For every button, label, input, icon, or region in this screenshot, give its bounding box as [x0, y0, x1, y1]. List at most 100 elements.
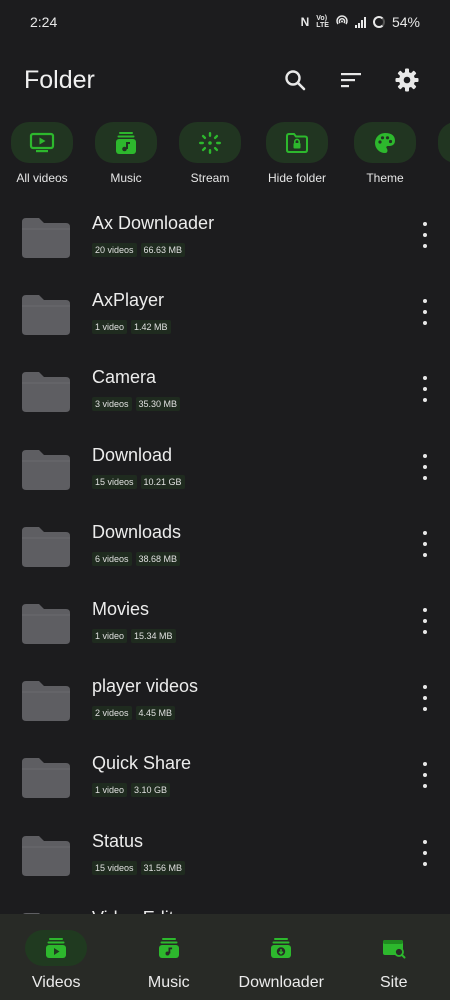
- nav-label: Site: [379, 974, 408, 991]
- shortcut-music[interactable]: Music: [81, 122, 171, 188]
- browser-search-icon: [382, 940, 406, 959]
- folder-name: Ax Downloader: [92, 213, 215, 233]
- nav-pill: [25, 930, 88, 966]
- video-count-badge: 15 videos: [92, 474, 137, 489]
- status-bar: 2:24 N Vo) LTE 54%: [0, 0, 450, 44]
- folder-icon: [22, 604, 70, 644]
- more-options-icon[interactable]: [418, 839, 432, 866]
- video-count-badge: 2 videos: [92, 706, 132, 721]
- folder-name: Movies: [92, 599, 150, 619]
- folder-row[interactable]: AxPlayer 1 video 1.42 MB: [0, 273, 450, 350]
- more-options-icon[interactable]: [418, 222, 432, 248]
- folder-meta: 20 videos 66.63 MB: [92, 243, 186, 257]
- shortcut-pill: [179, 122, 241, 163]
- shortcut-pill: [438, 122, 450, 163]
- signal-icon: [354, 16, 366, 28]
- folder-icon: [22, 681, 70, 722]
- stream-icon: [199, 131, 221, 154]
- page-title: Folder: [24, 65, 95, 94]
- folder-row[interactable]: Downloads 6 videos 38.68 MB: [0, 505, 450, 582]
- video-count-badge: 15 videos: [92, 860, 137, 875]
- status-time: 2:24: [30, 14, 58, 30]
- folder-row[interactable]: Quick Share 1 video 3.10 GB: [0, 736, 450, 813]
- more-options-icon[interactable]: [418, 530, 432, 557]
- shortcut-bar: All videos Music Stream Hide folder Them…: [0, 122, 450, 188]
- volte-bottom-text: LTE: [316, 22, 329, 29]
- settings-button[interactable]: [394, 67, 420, 93]
- gear-icon: [395, 68, 419, 92]
- nav-pill: [250, 930, 312, 966]
- folder-size-badge: 10.21 GB: [140, 474, 185, 489]
- nav-pill: [363, 930, 425, 966]
- folder-name: Status: [92, 830, 144, 851]
- folder-name: AxPlayer: [92, 290, 165, 311]
- lock-folder-icon: [286, 132, 308, 153]
- folder-icon: [22, 372, 70, 413]
- more-options-icon[interactable]: [418, 608, 432, 634]
- shortcut-label: Stream: [190, 171, 230, 185]
- folder-row[interactable]: Download 15 videos 10.21 GB: [0, 428, 450, 505]
- palette-icon: [375, 132, 395, 153]
- volte-top-text: Vo): [316, 15, 328, 22]
- video-count-badge: 1 video: [92, 629, 128, 643]
- folder-meta: 1 video 1.42 MB: [92, 320, 171, 335]
- folder-icon: [22, 449, 70, 490]
- battery-icon: [372, 16, 385, 28]
- folder-size-badge: 38.68 MB: [135, 551, 181, 566]
- nav-downloader[interactable]: Downloader: [225, 914, 338, 1000]
- folder-icon: [22, 758, 70, 799]
- folder-icon: [22, 295, 70, 336]
- folder-size-badge: 4.45 MB: [135, 706, 176, 721]
- folder-size-badge: 35.30 MB: [135, 397, 181, 412]
- search-button[interactable]: [282, 67, 308, 93]
- shortcut-pill: [95, 122, 157, 163]
- folder-row[interactable]: Ax Downloader 20 videos 66.63 MB: [0, 196, 450, 273]
- nav-music[interactable]: Music: [113, 914, 226, 1000]
- folder-meta: 2 videos 4.45 MB: [92, 706, 176, 721]
- folder-row[interactable]: player videos 2 videos 4.45 MB: [0, 659, 450, 736]
- tv-play-icon: [29, 132, 55, 152]
- folder-row[interactable]: Video Edit: [0, 891, 450, 914]
- more-options-icon[interactable]: [418, 299, 432, 326]
- more-options-icon[interactable]: [418, 453, 432, 480]
- bottom-nav: Videos Music Downloader Site: [0, 914, 450, 1000]
- more-options-icon[interactable]: [418, 762, 432, 789]
- shortcut-pill: [11, 122, 73, 163]
- folder-row[interactable]: Status 15 videos 31.56 MB: [0, 814, 450, 891]
- shortcut-label: Theme: [366, 171, 404, 185]
- music-note-icon: [116, 131, 136, 154]
- shortcut-more-partial[interactable]: [424, 122, 450, 188]
- folder-size-badge: 31.56 MB: [140, 860, 186, 875]
- search-icon: [285, 70, 306, 91]
- nav-videos[interactable]: Videos: [0, 914, 113, 1000]
- shortcut-hide-folder[interactable]: Hide folder: [252, 122, 342, 188]
- shortcut-label: All videos: [16, 171, 68, 185]
- more-options-icon[interactable]: [418, 685, 432, 712]
- nfc-icon: N: [300, 15, 310, 29]
- video-count-badge: 1 video: [92, 320, 128, 335]
- shortcut-stream[interactable]: Stream: [165, 122, 255, 188]
- sort-button[interactable]: [338, 67, 364, 93]
- folder-size-badge: 15.34 MB: [131, 629, 176, 643]
- folder-row[interactable]: Movies 1 video 15.34 MB: [0, 582, 450, 659]
- shortcut-label: Hide folder: [267, 171, 327, 185]
- shortcut-theme[interactable]: Theme: [340, 122, 430, 188]
- video-count-badge: 20 videos: [92, 243, 137, 257]
- shortcut-all-videos[interactable]: All videos: [0, 122, 87, 188]
- folder-name: Download: [92, 444, 173, 465]
- nav-label: Music: [147, 974, 190, 991]
- status-icons: N Vo) LTE 54%: [301, 14, 420, 30]
- folder-name: Camera: [92, 367, 157, 388]
- nav-pill: [138, 930, 200, 966]
- battery-percent: 54%: [391, 14, 420, 30]
- folder-row[interactable]: Camera 3 videos 35.30 MB: [0, 350, 450, 427]
- folder-name: Quick Share: [92, 753, 192, 774]
- more-options-icon[interactable]: [418, 376, 432, 403]
- folder-icon: [22, 835, 70, 876]
- shortcut-label: Music: [110, 171, 142, 185]
- sort-icon: [341, 73, 361, 88]
- volte-icon: Vo) LTE: [316, 15, 329, 29]
- nav-site[interactable]: Site: [338, 914, 450, 1000]
- shortcut-pill: [354, 122, 416, 163]
- video-count-badge: 1 video: [92, 783, 128, 798]
